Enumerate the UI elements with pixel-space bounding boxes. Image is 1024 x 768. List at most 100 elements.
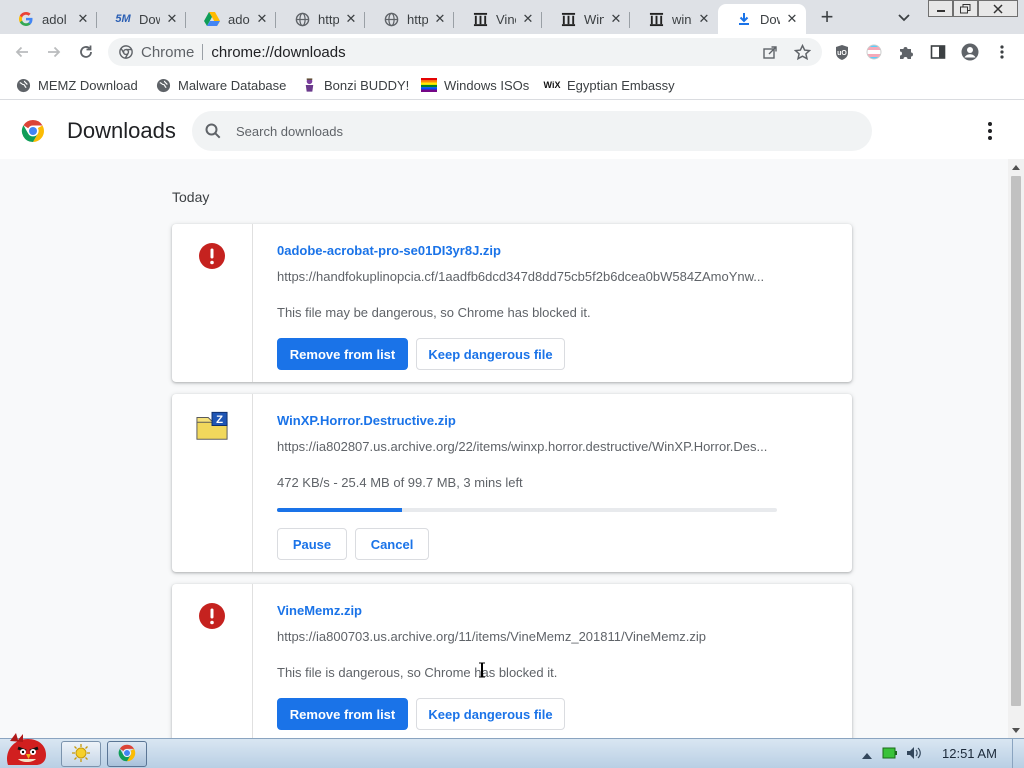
bookmark-label: Egyptian Embassy [567, 77, 675, 93]
tab-title: http [407, 11, 428, 27]
bookmark-star-icon[interactable] [793, 43, 811, 61]
taskbar-sun-app-button[interactable] [61, 741, 101, 767]
text-cursor-icon [478, 662, 486, 678]
file-name-link[interactable]: WinXP.Horror.Destructive.zip [277, 413, 456, 428]
downloads-toolbar: Downloads [0, 101, 1024, 159]
ublock-icon[interactable]: uO [833, 43, 851, 61]
close-icon[interactable]: ✕ [254, 11, 270, 27]
taskbar-clock[interactable]: 12:51 AM [942, 746, 997, 761]
close-icon[interactable]: ✕ [784, 11, 800, 27]
bookmark-bonzi-buddy[interactable]: Bonzi BUDDY! [301, 76, 409, 94]
close-icon[interactable]: ✕ [432, 11, 448, 27]
show-desktop-button[interactable] [1012, 739, 1024, 768]
bookmark-egyptian-embassy[interactable]: WiX Egyptian Embassy [544, 76, 675, 94]
tab-search-icon[interactable] [896, 9, 914, 25]
tab-4[interactable]: http ✕ [365, 4, 454, 34]
close-icon[interactable]: ✕ [608, 11, 624, 27]
tab-title: Dow [760, 11, 780, 27]
pause-button[interactable]: Pause [277, 528, 347, 560]
extensions-puzzle-icon[interactable] [897, 43, 915, 61]
bonzi-icon [301, 77, 317, 93]
profile-flag-icon[interactable] [865, 43, 883, 61]
bookmarks-bar: MEMZ Download Malware Database Bonzi BUD… [0, 70, 1024, 100]
bookmark-label: Bonzi BUDDY! [324, 77, 410, 93]
globe-icon [294, 11, 310, 27]
bookmark-windows-isos[interactable]: Windows ISOs [421, 76, 529, 94]
forward-arrow-icon[interactable] [45, 43, 63, 61]
keep-dangerous-file-button[interactable]: Keep dangerous file [416, 338, 565, 370]
share-icon[interactable] [761, 43, 779, 61]
file-url-link[interactable]: https://handfokuplinopcia.cf/1aadfb6dcd3… [277, 269, 777, 284]
google-g-icon [18, 11, 34, 27]
page-title: Downloads [67, 118, 176, 143]
download-progress-bar [277, 508, 777, 512]
chrome-site-icon [119, 45, 133, 59]
remove-from-list-button[interactable]: Remove from list [277, 338, 408, 370]
close-icon[interactable]: ✕ [75, 11, 91, 27]
svg-text:Z: Z [216, 414, 223, 426]
download-status-text: This file may be dangerous, so Chrome ha… [277, 305, 591, 320]
search-downloads-box[interactable] [192, 111, 872, 151]
vertical-scrollbar[interactable] [1008, 159, 1024, 738]
globe-icon [15, 77, 31, 93]
address-bar[interactable]: Chrome chrome://downloads [108, 38, 822, 66]
svg-text:uO: uO [837, 50, 847, 57]
maximize-button[interactable] [953, 0, 978, 17]
tab-strip: adol ✕ 5M Dow ✕ adol ✕ http ✕ http ✕ [0, 0, 1024, 34]
search-input[interactable] [236, 111, 836, 151]
battery-icon[interactable] [882, 747, 898, 762]
tab-8-active[interactable]: Dow ✕ [718, 4, 806, 34]
file-name-link[interactable]: VineMemz.zip [277, 603, 362, 618]
tab-5[interactable]: Vine ✕ [454, 4, 542, 34]
close-icon[interactable]: ✕ [164, 11, 180, 27]
danger-icon [196, 600, 228, 632]
tab-1[interactable]: 5M Dow ✕ [97, 4, 186, 34]
scrollbar-thumb[interactable] [1011, 176, 1021, 706]
search-icon [204, 122, 222, 140]
wix-icon: WiX [543, 80, 561, 90]
download-item: Z WinXP.Horror.Destructive.zip https://i… [172, 394, 852, 572]
tab-title: winx [672, 11, 692, 27]
profile-avatar-icon[interactable] [961, 43, 979, 61]
start-button[interactable] [2, 731, 52, 768]
file-icon-column: Z [172, 394, 253, 572]
tab-title: Win [584, 11, 604, 27]
close-icon[interactable]: ✕ [343, 11, 359, 27]
cancel-button[interactable]: Cancel [355, 528, 429, 560]
file-url-link[interactable]: https://ia802807.us.archive.org/22/items… [277, 439, 777, 454]
bookmark-label: Windows ISOs [444, 77, 530, 93]
volume-icon[interactable] [906, 746, 922, 763]
bookmark-memz-download[interactable]: MEMZ Download [15, 76, 138, 94]
downloads-more-menu-icon[interactable] [980, 119, 1000, 143]
close-icon[interactable]: ✕ [520, 11, 536, 27]
taskbar-chrome-button[interactable] [107, 741, 147, 767]
archive-icon [648, 11, 664, 27]
minimize-button[interactable] [928, 0, 953, 17]
scroll-down-arrow-icon[interactable] [1008, 722, 1024, 738]
tab-7[interactable]: winx ✕ [630, 4, 718, 34]
danger-icon [196, 240, 228, 272]
remove-from-list-button[interactable]: Remove from list [277, 698, 408, 730]
tab-6[interactable]: Win ✕ [542, 4, 630, 34]
close-window-button[interactable] [978, 0, 1018, 17]
globe-icon [383, 11, 399, 27]
keep-dangerous-file-button[interactable]: Keep dangerous file [416, 698, 565, 730]
back-arrow-icon[interactable] [13, 43, 31, 61]
new-tab-button[interactable]: + [816, 6, 838, 28]
archive-icon [560, 11, 576, 27]
tab-0[interactable]: adol ✕ [0, 4, 97, 34]
file-url-link[interactable]: https://ia800703.us.archive.org/11/items… [277, 629, 777, 644]
date-heading: Today [172, 189, 210, 205]
scroll-up-arrow-icon[interactable] [1008, 159, 1024, 175]
tab-2[interactable]: adol ✕ [186, 4, 276, 34]
reload-icon[interactable] [77, 43, 95, 61]
show-hidden-icons-icon[interactable] [862, 747, 872, 762]
side-panel-icon[interactable] [929, 43, 947, 61]
url-text[interactable]: chrome://downloads [211, 44, 345, 61]
bookmark-malware-database[interactable]: Malware Database [155, 76, 286, 94]
more-menu-icon[interactable] [993, 43, 1011, 61]
browser-toolbar: Chrome chrome://downloads uO [0, 34, 1024, 70]
close-icon[interactable]: ✕ [696, 11, 712, 27]
tab-3[interactable]: http ✕ [276, 4, 365, 34]
file-name-link[interactable]: 0adobe-acrobat-pro-se01DI3yr8J.zip [277, 243, 501, 258]
